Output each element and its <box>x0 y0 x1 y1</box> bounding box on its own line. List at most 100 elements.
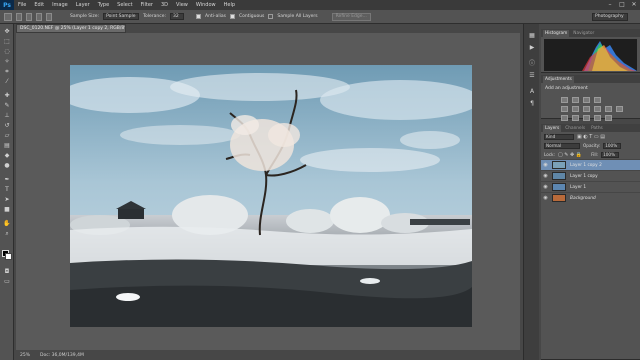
minimize-icon[interactable]: – <box>606 1 614 9</box>
eyedropper-icon[interactable]: ⁄ <box>3 78 11 86</box>
eye-icon[interactable]: ◉ <box>541 162 550 168</box>
document-tab[interactable]: DSC_0120.NEF @ 25% (Layer 1 copy 2, RGB/… <box>16 24 126 33</box>
dodge-icon[interactable]: ● <box>3 162 11 170</box>
vibrance-icon[interactable] <box>561 106 568 112</box>
channel-mixer-icon[interactable] <box>616 106 623 112</box>
layer-name[interactable]: Layer 1 copy 2 <box>570 163 602 168</box>
zoom-level[interactable]: 25% <box>20 353 30 358</box>
menu-layer[interactable]: Layer <box>72 2 94 8</box>
tolerance-input[interactable]: 32 <box>170 13 185 20</box>
stamp-icon[interactable]: ⊥ <box>3 112 11 120</box>
color-balance-icon[interactable] <box>583 106 590 112</box>
layer-thumbnail[interactable] <box>552 183 566 191</box>
menu-window[interactable]: Window <box>192 2 220 8</box>
layer-row[interactable]: ◉ Background <box>541 192 640 203</box>
curves-icon[interactable] <box>583 97 590 103</box>
posterize-icon[interactable] <box>572 115 579 121</box>
menu-edit[interactable]: Edit <box>30 2 48 8</box>
quick-mask-icon[interactable]: ◘ <box>3 268 11 276</box>
tab-navigator[interactable]: Navigator <box>571 30 596 37</box>
new-selection-icon[interactable] <box>16 12 22 21</box>
blur-icon[interactable]: ◆ <box>3 152 11 160</box>
refine-edge-button[interactable]: Refine Edge... <box>331 12 371 21</box>
black-white-icon[interactable] <box>594 106 601 112</box>
maximize-icon[interactable]: □ <box>618 1 626 9</box>
layer-thumbnail[interactable] <box>552 194 566 202</box>
layer-name[interactable]: Layer 1 <box>570 185 586 190</box>
character-icon[interactable]: A <box>528 88 536 96</box>
menu-type[interactable]: Type <box>94 2 113 8</box>
brightness-contrast-icon[interactable] <box>561 97 568 103</box>
menu-3d[interactable]: 3D <box>157 2 172 8</box>
tab-layers[interactable]: Layers <box>543 124 562 132</box>
menu-file[interactable]: File <box>14 2 30 8</box>
type-icon[interactable]: T <box>3 186 11 194</box>
move-icon[interactable]: ✥ <box>3 28 11 36</box>
threshold-icon[interactable] <box>583 115 590 121</box>
magic-wand-icon[interactable] <box>4 12 12 21</box>
sample-all-layers-checkbox[interactable] <box>268 14 274 19</box>
lock-icons[interactable]: ▢ ✎ ✥ 🔒 <box>558 152 582 158</box>
zoom-icon[interactable]: ⌕ <box>3 230 11 238</box>
tab-histogram[interactable]: Histogram <box>543 29 570 37</box>
tab-channels[interactable]: Channels <box>563 125 587 132</box>
levels-icon[interactable] <box>572 97 579 103</box>
actions-icon[interactable]: ▶ <box>528 44 536 52</box>
lasso-icon[interactable]: ◌ <box>3 48 11 56</box>
path-select-icon[interactable]: ➤ <box>3 196 11 204</box>
hand-icon[interactable]: ✋ <box>3 220 11 228</box>
workspace-select[interactable]: Photography <box>592 13 628 21</box>
menu-select[interactable]: Select <box>113 2 136 8</box>
crop-icon[interactable]: ⌗ <box>3 68 11 76</box>
gradient-map-icon[interactable] <box>605 115 612 121</box>
layer-row[interactable]: ◉ Layer 1 <box>541 181 640 192</box>
quick-select-icon[interactable]: ✧ <box>3 58 11 66</box>
opacity-input[interactable]: 100% <box>603 142 622 149</box>
tab-paths[interactable]: Paths <box>589 125 605 132</box>
layer-name[interactable]: Background <box>570 196 596 201</box>
menu-filter[interactable]: Filter <box>137 2 157 8</box>
layer-row[interactable]: ◉ Layer 1 copy <box>541 170 640 181</box>
menu-view[interactable]: View <box>172 2 192 8</box>
photo-filter-icon[interactable] <box>605 106 612 112</box>
history-icon[interactable]: ▦ <box>528 32 536 40</box>
eye-icon[interactable]: ◉ <box>541 173 550 179</box>
layer-name[interactable]: Layer 1 copy <box>570 174 598 179</box>
hue-saturation-icon[interactable] <box>572 106 579 112</box>
info-icon[interactable]: ⓘ <box>528 60 536 68</box>
document-image[interactable] <box>70 65 472 327</box>
brush-icon[interactable]: ✎ <box>3 102 11 110</box>
healing-icon[interactable]: ✚ <box>3 92 11 100</box>
pen-icon[interactable]: ✒ <box>3 176 11 184</box>
blend-mode-select[interactable]: Normal <box>544 142 580 149</box>
add-selection-icon[interactable] <box>26 12 32 21</box>
layer-filter-select[interactable]: Kind <box>544 133 574 140</box>
menu-help[interactable]: Help <box>220 2 239 8</box>
eraser-icon[interactable]: ▱ <box>3 132 11 140</box>
fill-input[interactable]: 100% <box>601 151 620 158</box>
anti-alias-checkbox[interactable] <box>196 14 202 19</box>
shape-icon[interactable]: ■ <box>3 206 11 214</box>
subtract-selection-icon[interactable] <box>36 12 42 21</box>
gradient-icon[interactable]: ▤ <box>3 142 11 150</box>
marquee-icon[interactable]: ⬚ <box>3 38 11 46</box>
selective-color-icon[interactable] <box>594 115 601 121</box>
eye-icon[interactable]: ◉ <box>541 184 550 190</box>
sample-size-select[interactable]: Point Sample <box>103 13 140 20</box>
intersect-selection-icon[interactable] <box>46 12 52 21</box>
invert-icon[interactable] <box>561 115 568 121</box>
layer-thumbnail[interactable] <box>552 161 566 169</box>
filter-icons[interactable]: ▣ ◐ T ▭ ▤ <box>577 134 605 140</box>
menu-image[interactable]: Image <box>48 2 72 8</box>
layer-thumbnail[interactable] <box>552 172 566 180</box>
layer-row[interactable]: ◉ Layer 1 copy 2 <box>541 159 640 170</box>
history-brush-icon[interactable]: ↺ <box>3 122 11 130</box>
paragraph-icon[interactable]: ¶ <box>528 100 536 108</box>
contiguous-checkbox[interactable] <box>229 14 235 19</box>
exposure-icon[interactable] <box>594 97 601 103</box>
eye-icon[interactable]: ◉ <box>541 195 550 201</box>
screen-mode-icon[interactable]: ▭ <box>3 278 11 286</box>
background-color-swatch[interactable] <box>5 253 12 260</box>
close-icon[interactable]: ✕ <box>630 1 638 9</box>
tab-adjustments[interactable]: Adjustments <box>543 75 574 83</box>
